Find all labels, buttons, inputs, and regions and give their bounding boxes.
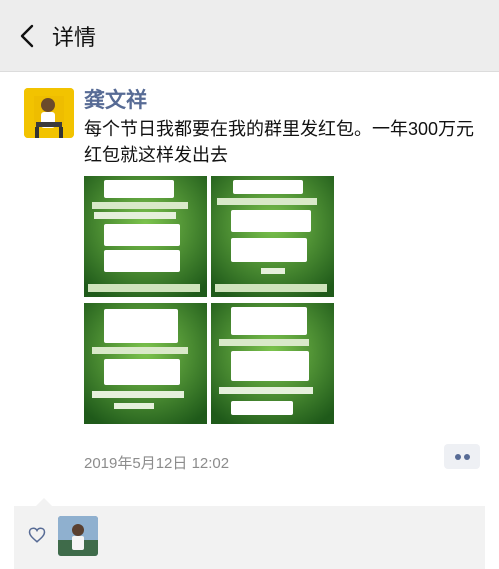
image-grid	[84, 176, 334, 424]
post-date: 2019年5月12日 12:02	[84, 455, 230, 472]
post-image-2[interactable]	[211, 176, 334, 297]
likes-section	[14, 498, 485, 569]
author-avatar[interactable]	[24, 88, 74, 138]
dot-icon	[455, 454, 461, 460]
author-name[interactable]: 龚文祥	[84, 84, 147, 114]
back-arrow-icon[interactable]	[14, 22, 42, 50]
dot-icon	[464, 454, 470, 460]
post-image-4[interactable]	[211, 303, 334, 424]
top-bar: 详情	[0, 0, 499, 72]
page-title: 详情	[52, 25, 97, 50]
post-text: 每个节日我都要在我的群里发红包。一年300万元红包就这样发出去	[84, 119, 475, 165]
post-image-1[interactable]	[84, 176, 207, 297]
post-image-3[interactable]	[84, 303, 207, 424]
heart-icon	[28, 527, 46, 543]
liker-avatar[interactable]	[58, 516, 98, 556]
more-options-button[interactable]	[444, 444, 480, 469]
